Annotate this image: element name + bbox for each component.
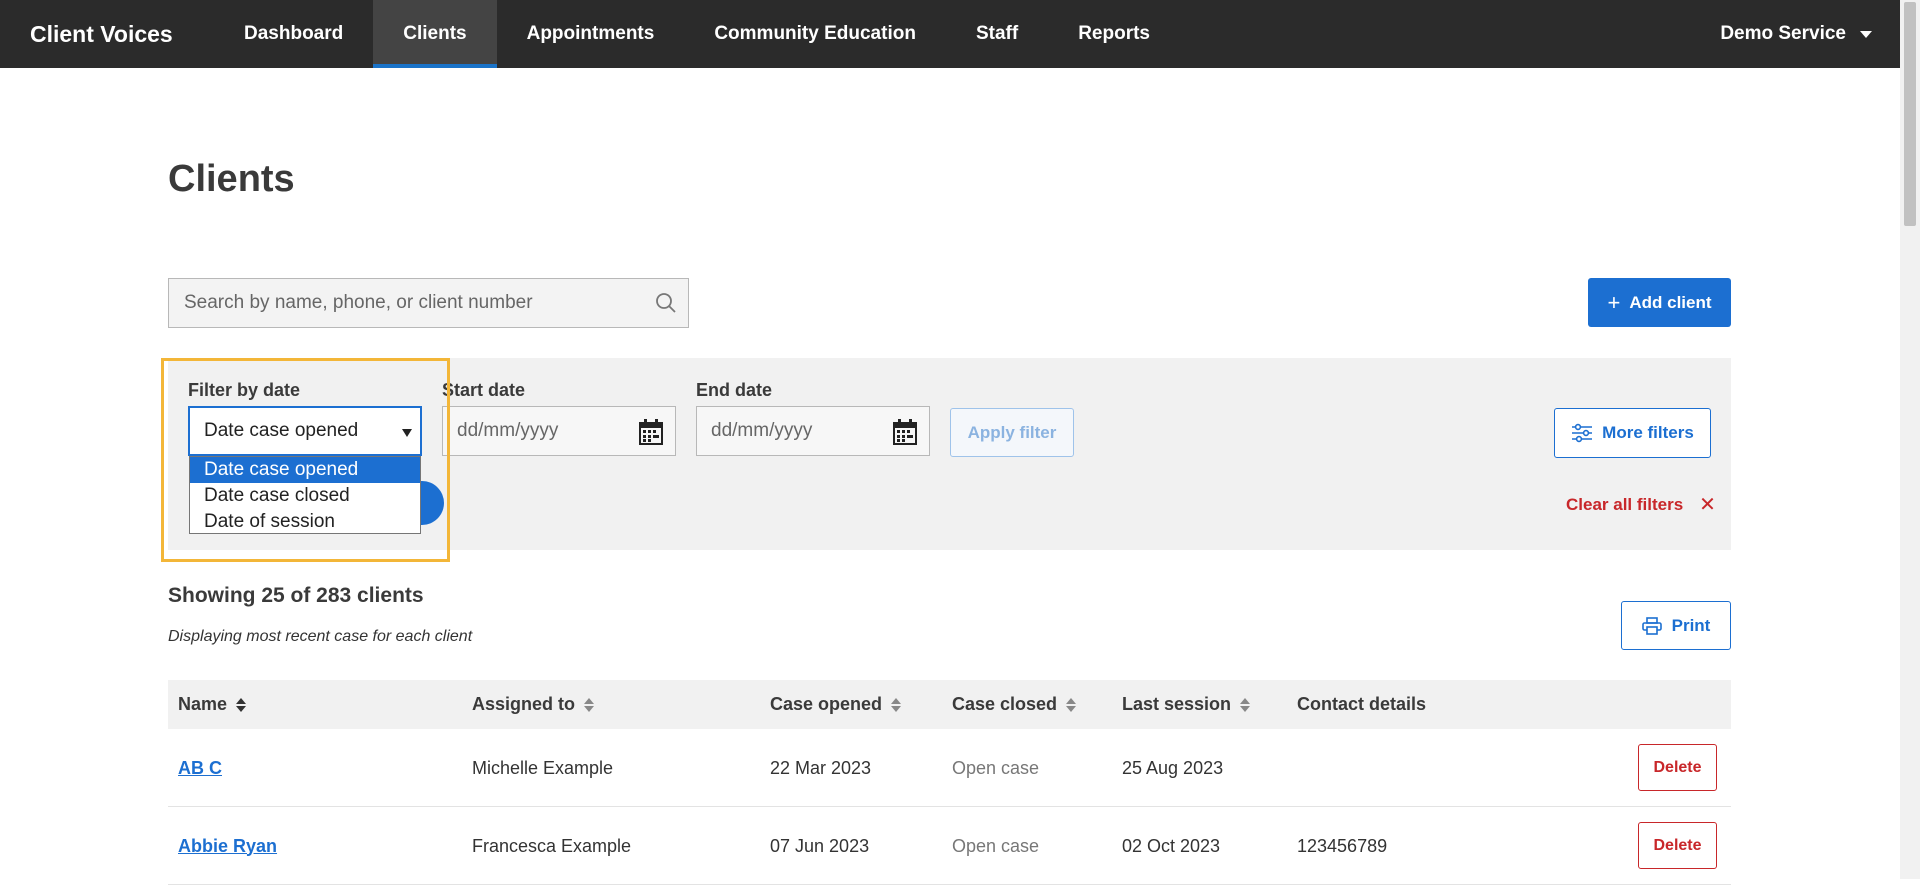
- more-filters-label: More filters: [1602, 423, 1694, 442]
- column-assigned-to-label: Assigned to: [472, 694, 576, 714]
- case-closed-cell: Open case: [952, 757, 1040, 778]
- page-scrollbar[interactable]: [1900, 0, 1920, 879]
- column-contact-details: Contact details: [1297, 694, 1427, 714]
- calendar-icon[interactable]: [639, 419, 663, 451]
- case-opened-cell: 07 Jun 2023: [770, 835, 870, 856]
- close-icon: ✕: [1699, 494, 1716, 516]
- option-date-case-closed[interactable]: Date case closed: [190, 483, 420, 509]
- column-assigned-to[interactable]: Assigned to: [472, 680, 595, 729]
- assigned-to-cell: Michelle Example: [472, 757, 614, 778]
- page-title: Clients: [168, 158, 295, 200]
- print-label: Print: [1671, 615, 1711, 635]
- table-header: Name Assigned to Case opened Case closed…: [168, 680, 1731, 729]
- search-icon[interactable]: [644, 279, 688, 327]
- add-client-button[interactable]: + Add client: [1588, 278, 1731, 327]
- chevron-down-icon: [1860, 30, 1872, 38]
- nav-staff[interactable]: Staff: [946, 0, 1048, 68]
- client-name-link[interactable]: Abbie Ryan: [178, 836, 277, 857]
- more-filters-button[interactable]: More filters: [1554, 408, 1711, 458]
- end-date-input[interactable]: dd/mm/yyyy: [696, 406, 930, 456]
- option-date-case-opened[interactable]: Date case opened: [190, 457, 420, 483]
- sort-icon: [891, 697, 902, 713]
- dropdown-arrow-icon: [402, 429, 412, 437]
- contact-details-cell: 123456789: [1297, 835, 1388, 856]
- calendar-icon[interactable]: [893, 419, 917, 451]
- column-name[interactable]: Name: [178, 680, 247, 729]
- filter-by-date-label: Filter by date: [188, 380, 301, 400]
- nav-reports[interactable]: Reports: [1048, 0, 1180, 68]
- column-case-opened[interactable]: Case opened: [770, 680, 902, 729]
- start-date-label: Start date: [442, 380, 526, 400]
- printer-icon: [1641, 616, 1662, 635]
- assigned-to-cell: Francesca Example: [472, 835, 632, 856]
- plus-icon: +: [1607, 289, 1621, 315]
- add-client-label: Add client: [1629, 292, 1712, 312]
- option-date-of-session[interactable]: Date of session: [190, 509, 420, 535]
- table-row: Abbie Ryan Francesca Example 07 Jun 2023…: [168, 807, 1731, 885]
- date-field-dropdown-list: Date case opened Date case closed Date o…: [189, 456, 421, 534]
- sort-icon: [1240, 697, 1251, 713]
- end-date-label: End date: [696, 380, 773, 400]
- column-case-opened-label: Case opened: [770, 694, 883, 714]
- case-closed-cell: Open case: [952, 835, 1040, 856]
- top-nav: Client Voices Dashboard Clients Appointm…: [0, 0, 1900, 68]
- sort-icon: [1066, 697, 1077, 713]
- search-box: [168, 278, 689, 328]
- account-name: Demo Service: [1720, 23, 1846, 44]
- last-session-cell: 25 Aug 2023: [1122, 757, 1224, 778]
- end-date-placeholder: dd/mm/yyyy: [711, 420, 813, 441]
- results-count: Showing 25 of 283 clients: [168, 584, 424, 607]
- last-session-cell: 02 Oct 2023: [1122, 835, 1221, 856]
- sort-icon: [584, 697, 595, 713]
- column-name-label: Name: [178, 694, 228, 714]
- print-button[interactable]: Print: [1621, 601, 1731, 650]
- nav-appointments[interactable]: Appointments: [497, 0, 685, 68]
- search-input[interactable]: [169, 292, 644, 314]
- clear-all-filters-button[interactable]: Clear all filters ✕: [1566, 492, 1716, 517]
- sort-icon: [236, 697, 247, 713]
- case-opened-cell: 22 Mar 2023: [770, 757, 872, 778]
- delete-button[interactable]: Delete: [1638, 822, 1717, 869]
- client-name-cell: AB C: [178, 729, 222, 807]
- start-date-input[interactable]: dd/mm/yyyy: [442, 406, 676, 456]
- nav-community-education[interactable]: Community Education: [684, 0, 946, 68]
- scrollbar-thumb[interactable]: [1904, 2, 1916, 226]
- apply-filter-button[interactable]: Apply filter: [950, 408, 1074, 457]
- column-last-session[interactable]: Last session: [1122, 680, 1251, 729]
- table-row: AB C Michelle Example 22 Mar 2023 Open c…: [168, 729, 1731, 807]
- clear-all-filters-label: Clear all filters: [1566, 494, 1684, 514]
- client-name-link[interactable]: AB C: [178, 758, 222, 779]
- nav-dashboard[interactable]: Dashboard: [214, 0, 373, 68]
- column-case-closed[interactable]: Case closed: [952, 680, 1077, 729]
- nav-clients[interactable]: Clients: [373, 0, 497, 68]
- results-note: Displaying most recent case for each cli…: [168, 628, 473, 645]
- sliders-icon: [1572, 423, 1593, 443]
- delete-button[interactable]: Delete: [1638, 744, 1717, 791]
- brand-logo[interactable]: Client Voices: [0, 0, 214, 68]
- client-name-cell: Abbie Ryan: [178, 807, 277, 885]
- start-date-placeholder: dd/mm/yyyy: [457, 420, 559, 441]
- column-case-closed-label: Case closed: [952, 694, 1058, 714]
- date-field-select[interactable]: Date case opened: [188, 406, 422, 456]
- column-last-session-label: Last session: [1122, 694, 1232, 714]
- date-field-selected-value: Date case opened: [204, 420, 359, 441]
- account-menu[interactable]: Demo Service: [1720, 0, 1900, 68]
